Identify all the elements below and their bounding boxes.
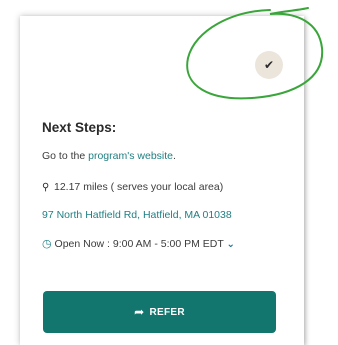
selected-check-button[interactable]: ✔ [255,51,283,79]
next-steps-title: Next Steps: [42,120,117,135]
check-icon: ✔ [263,58,275,72]
refer-button[interactable]: ➦ REFER [43,291,276,333]
chevron-down-icon[interactable]: ⌄ [227,239,235,250]
hours-text: Open Now : 9:00 AM - 5:00 PM EDT [54,238,224,250]
hours-line[interactable]: ◷ Open Now : 9:00 AM - 5:00 PM EDT ⌄ [42,237,235,250]
share-arrow-icon: ➦ [134,305,145,319]
address-link[interactable]: 97 North Hatfield Rd, Hatfield, MA 01038 [42,209,232,221]
address-line: 97 North Hatfield Rd, Hatfield, MA 01038 [42,209,232,221]
map-pin-icon: ⚲ [42,182,50,193]
distance-line: ⚲ 12.17 miles ( serves your local area) [42,181,223,193]
program-website-link[interactable]: program's website [88,150,173,162]
distance-text: 12.17 miles ( serves your local area) [54,181,224,193]
refer-label: REFER [149,306,185,318]
clock-icon: ◷ [42,238,52,250]
website-line: Go to the program's website. [42,150,176,162]
